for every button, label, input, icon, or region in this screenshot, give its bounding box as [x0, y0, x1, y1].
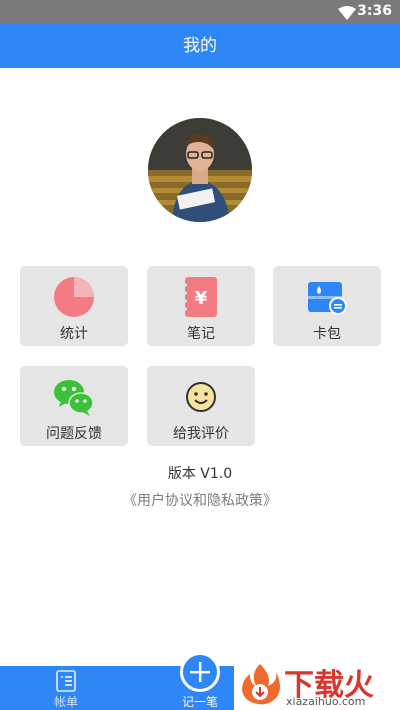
- tab-label-record: 记一笔: [181, 695, 218, 709]
- add-record-button[interactable]: [180, 652, 220, 692]
- yen-notebook-icon: ¥: [180, 276, 222, 318]
- tile-label-rate: 给我评价: [173, 426, 229, 442]
- avatar[interactable]: [148, 118, 252, 222]
- menu-tile-notes[interactable]: ¥ 笔记: [147, 266, 255, 346]
- menu-tile-feedback[interactable]: 问题反馈: [20, 366, 128, 446]
- watermark-domain: xiazaihuo.com: [286, 695, 366, 708]
- flame-logo-icon: [238, 662, 282, 710]
- wifi-icon: [338, 5, 356, 24]
- tile-label-feedback: 问题反馈: [46, 426, 102, 442]
- smiley-icon: [180, 376, 222, 418]
- menu-tile-rate[interactable]: 给我评价: [147, 366, 255, 446]
- menu-tile-statistics[interactable]: 统计: [20, 266, 128, 346]
- watermark: 下载火 xiazaihuo.com: [234, 658, 400, 710]
- pie-chart-icon: [53, 276, 95, 318]
- status-bar: 3:36: [0, 0, 400, 24]
- version-text: 版本 V1.0: [167, 466, 233, 482]
- app-bar: 我的: [0, 24, 400, 68]
- tab-bills[interactable]: 帐单: [40, 666, 92, 710]
- menu-tile-wallet[interactable]: 卡包: [273, 266, 381, 346]
- agreement-link[interactable]: 《用户协议和隐私政策》: [0, 490, 400, 510]
- svg-text:¥: ¥: [195, 288, 208, 309]
- tile-label-wallet: 卡包: [313, 326, 341, 342]
- plus-icon: [190, 662, 210, 682]
- status-time: 3:36: [357, 3, 392, 19]
- card-wallet-icon: [306, 276, 348, 318]
- tab-record[interactable]: 记一笔: [168, 652, 232, 710]
- tab-label-bills: 帐单: [53, 695, 78, 709]
- page-title: 我的: [183, 36, 217, 56]
- wechat-icon: [53, 376, 95, 418]
- tile-label-statistics: 统计: [60, 326, 88, 342]
- tile-label-notes: 笔记: [187, 326, 215, 342]
